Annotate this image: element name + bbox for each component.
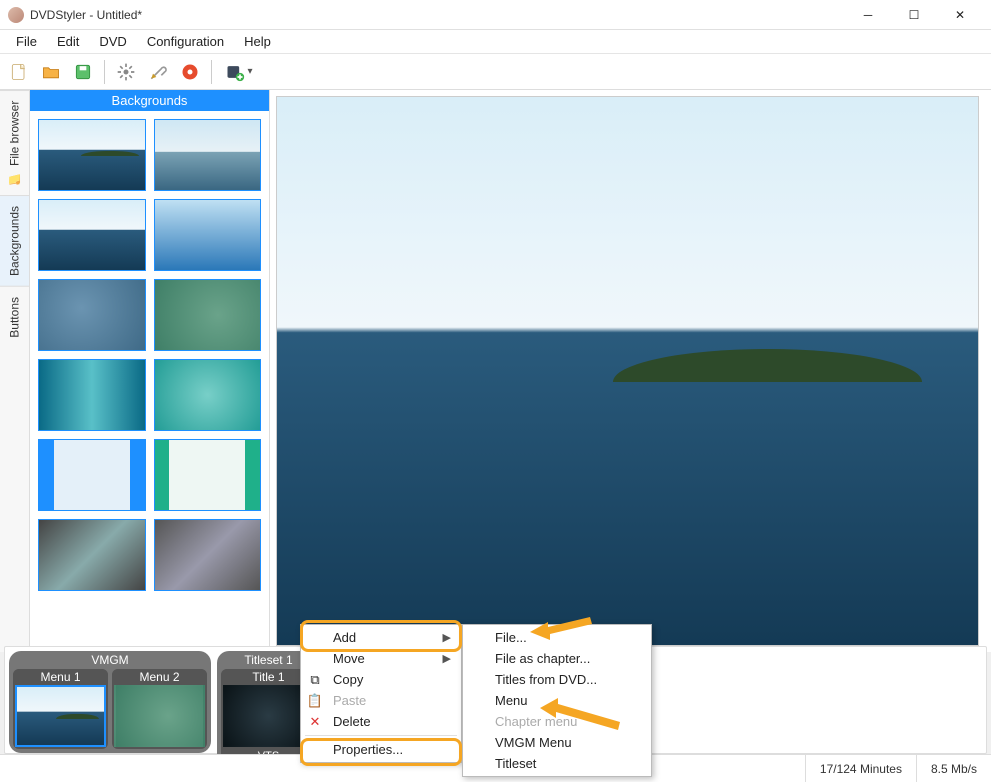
- ctx-move[interactable]: Move▶: [301, 648, 461, 669]
- toolbar: ▾: [0, 54, 991, 90]
- background-thumb[interactable]: [154, 119, 262, 191]
- ctx-add[interactable]: Add▶: [301, 627, 461, 648]
- toolbar-add-button[interactable]: ▾: [220, 59, 258, 85]
- preview-canvas[interactable]: [276, 96, 979, 646]
- sidetab-backgrounds[interactable]: Backgrounds: [0, 195, 29, 286]
- ctx-add-file[interactable]: File...: [463, 627, 651, 648]
- toolbar-settings-button[interactable]: [113, 59, 139, 85]
- delete-icon: ✕: [307, 714, 323, 730]
- background-thumb[interactable]: [154, 519, 262, 591]
- minimize-button[interactable]: ─: [845, 0, 891, 30]
- background-thumb[interactable]: [38, 359, 146, 431]
- chevron-right-icon: ▶: [443, 652, 451, 665]
- toolbar-separator: [211, 60, 212, 84]
- context-menu-add-submenu: File... File as chapter... Titles from D…: [462, 624, 652, 777]
- preview-pane: [270, 90, 991, 652]
- background-thumb[interactable]: [154, 439, 262, 511]
- main-area: 📁 File browser Backgrounds Buttons Backg…: [0, 90, 991, 652]
- copy-icon: ⧉: [307, 672, 323, 688]
- toolbar-separator: [104, 60, 105, 84]
- timeline-menu1-thumb: [15, 685, 106, 747]
- timeline-vmgm-group: VMGM Menu 1 Menu 2: [9, 651, 211, 753]
- ctx-add-titleset[interactable]: Titleset: [463, 753, 651, 774]
- timeline-menu2-thumb: [114, 685, 205, 747]
- folder-icon: 📁: [8, 170, 22, 185]
- sidetab-buttons-label: Buttons: [8, 297, 22, 338]
- sidetab-backgrounds-label: Backgrounds: [8, 206, 22, 276]
- background-thumb[interactable]: [38, 279, 146, 351]
- timeline-vmgm-label: VMGM: [13, 653, 207, 669]
- backgrounds-thumbs[interactable]: [30, 111, 269, 652]
- toolbar-open-button[interactable]: [38, 59, 64, 85]
- timeline-menu2[interactable]: Menu 2: [112, 669, 207, 749]
- titlebar: DVDStyler - Untitled* ─ ☐ ✕: [0, 0, 991, 30]
- toolbar-new-button[interactable]: [6, 59, 32, 85]
- toolbar-tools-button[interactable]: [145, 59, 171, 85]
- paste-icon: 📋: [307, 693, 323, 709]
- background-thumb[interactable]: [38, 199, 146, 271]
- menu-configuration[interactable]: Configuration: [137, 32, 234, 51]
- backgrounds-panel: Backgrounds: [30, 90, 270, 652]
- sidetab-file-browser-label: File browser: [8, 101, 22, 166]
- window-title: DVDStyler - Untitled*: [30, 8, 845, 22]
- menu-edit[interactable]: Edit: [47, 32, 89, 51]
- close-button[interactable]: ✕: [937, 0, 983, 30]
- background-thumb[interactable]: [154, 199, 262, 271]
- ctx-separator: [305, 735, 457, 736]
- background-thumb[interactable]: [38, 439, 146, 511]
- status-bitrate: 8.5 Mb/s: [916, 755, 991, 782]
- side-tabs: 📁 File browser Backgrounds Buttons: [0, 90, 30, 652]
- maximize-button[interactable]: ☐: [891, 0, 937, 30]
- ctx-add-titles-from-dvd[interactable]: Titles from DVD...: [463, 669, 651, 690]
- ctx-add-vmgm-menu[interactable]: VMGM Menu: [463, 732, 651, 753]
- menubar: File Edit DVD Configuration Help: [0, 30, 991, 54]
- ctx-add-file-as-chapter[interactable]: File as chapter...: [463, 648, 651, 669]
- ctx-properties[interactable]: Properties...: [301, 739, 461, 760]
- sidetab-file-browser[interactable]: 📁 File browser: [0, 90, 29, 195]
- menu-file[interactable]: File: [6, 32, 47, 51]
- menu-help[interactable]: Help: [234, 32, 281, 51]
- background-thumb[interactable]: [38, 119, 146, 191]
- app-icon: [8, 7, 24, 23]
- sidetab-buttons[interactable]: Buttons: [0, 286, 29, 348]
- timeline-menu1[interactable]: Menu 1: [13, 669, 108, 749]
- background-thumb[interactable]: [154, 359, 262, 431]
- chevron-right-icon: ▶: [443, 631, 451, 644]
- menu-dvd[interactable]: DVD: [89, 32, 136, 51]
- toolbar-burn-button[interactable]: [177, 59, 203, 85]
- backgrounds-panel-header: Backgrounds: [30, 90, 269, 111]
- background-thumb[interactable]: [154, 279, 262, 351]
- toolbar-save-button[interactable]: [70, 59, 96, 85]
- ctx-add-menu[interactable]: Menu: [463, 690, 651, 711]
- background-thumb[interactable]: [38, 519, 146, 591]
- ctx-paste: 📋Paste: [301, 690, 461, 711]
- ctx-add-chapter-menu: Chapter menu: [463, 711, 651, 732]
- ctx-copy[interactable]: ⧉Copy: [301, 669, 461, 690]
- context-menu-primary: Add▶ Move▶ ⧉Copy 📋Paste ✕Delete Properti…: [300, 624, 462, 763]
- status-minutes: 17/124 Minutes: [805, 755, 916, 782]
- ctx-delete[interactable]: ✕Delete: [301, 711, 461, 732]
